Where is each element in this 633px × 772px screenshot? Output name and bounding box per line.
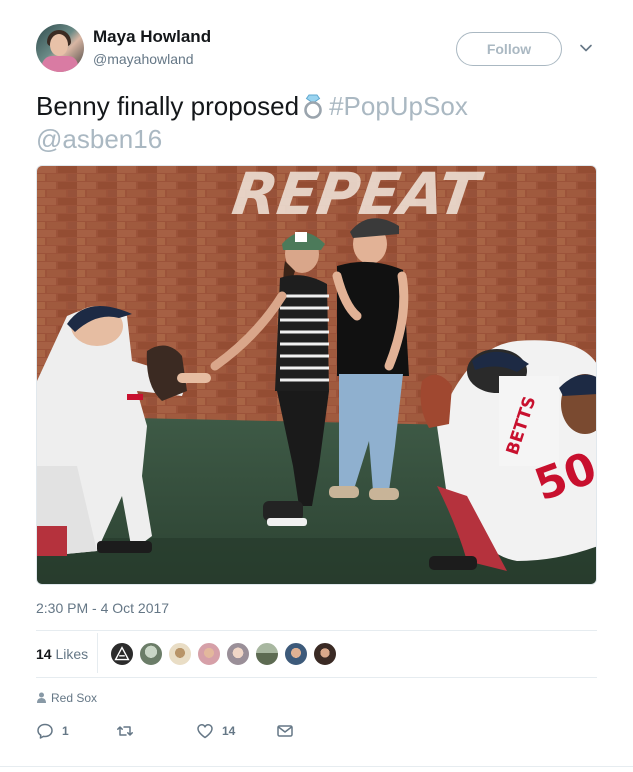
liker-avatar[interactable]: [197, 642, 221, 666]
tweet-card: Maya Howland @mayahowland Follow Benny f…: [0, 0, 633, 772]
liker-avatar[interactable]: [255, 642, 279, 666]
tweet-text: Benny finally proposed #PopUpSox @asben1…: [36, 90, 596, 156]
mention-link[interactable]: @asben16: [36, 124, 162, 154]
bottom-border: [0, 766, 633, 767]
person-icon: [37, 692, 46, 703]
retweet-icon: [117, 726, 133, 736]
reply-icon: [37, 723, 53, 739]
reply-button[interactable]: 1: [36, 720, 69, 742]
context-text: Red Sox: [51, 691, 98, 705]
retweet-button[interactable]: [116, 720, 142, 742]
context-label[interactable]: Red Sox: [36, 691, 97, 705]
reply-count: 1: [62, 724, 69, 738]
stats-separator: [97, 633, 98, 673]
like-count: 14: [222, 724, 236, 738]
liker-avatar[interactable]: [139, 642, 163, 666]
liker-avatar[interactable]: [284, 642, 308, 666]
likes-label: Likes: [55, 646, 89, 662]
envelope-icon: [277, 725, 293, 737]
liker-avatar[interactable]: [313, 642, 337, 666]
liker-avatar[interactable]: [168, 642, 192, 666]
direct-message-button[interactable]: [276, 720, 294, 742]
wall-sign-text: REPEAT: [228, 166, 487, 228]
heart-icon: [197, 724, 213, 739]
divider: [36, 677, 597, 678]
display-name[interactable]: Maya Howland: [93, 27, 211, 47]
ring-emoji-icon: [304, 94, 322, 119]
like-button[interactable]: 14: [196, 720, 235, 742]
hashtag-link[interactable]: #PopUpSox: [329, 91, 468, 121]
divider: [36, 630, 597, 631]
tweet-timestamp[interactable]: 2:30 PM - 4 Oct 2017: [36, 600, 169, 616]
follow-button[interactable]: Follow: [456, 32, 562, 66]
likes-count: 14: [36, 646, 52, 662]
chevron-down-icon[interactable]: [579, 41, 593, 55]
user-handle[interactable]: @mayahowland: [93, 51, 194, 67]
liker-avatar[interactable]: [226, 642, 250, 666]
likes-stat[interactable]: 14 Likes: [36, 646, 88, 662]
tweet-text-body: Benny finally proposed: [36, 91, 300, 121]
liker-avatar[interactable]: [110, 642, 134, 666]
user-avatar[interactable]: [36, 24, 84, 72]
tweet-photo[interactable]: REPEAT BETTS 50: [36, 165, 597, 585]
